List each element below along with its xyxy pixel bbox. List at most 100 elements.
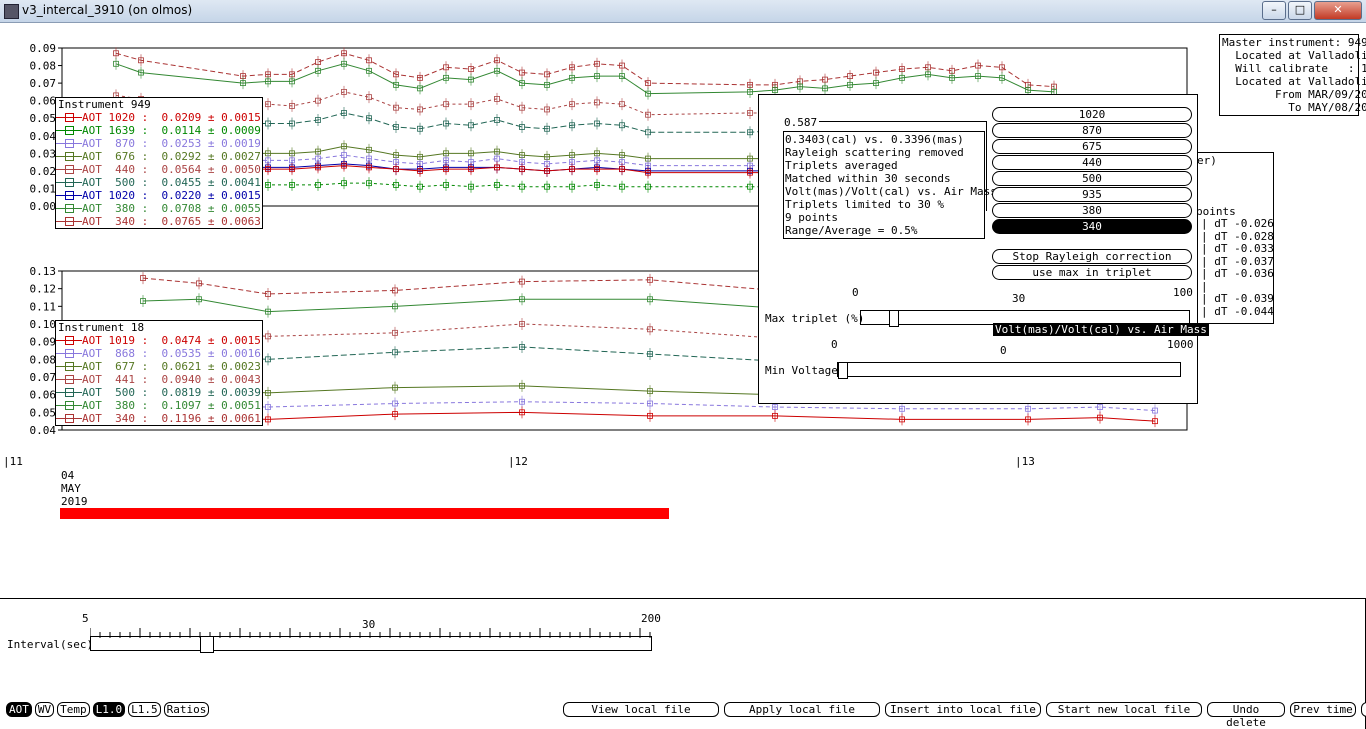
action-button-prev-time[interactable]: Prev time (1290, 702, 1356, 717)
wavelength-button-1020[interactable]: 1020 (992, 107, 1192, 122)
mode-button-temp[interactable]: Temp (57, 702, 90, 717)
legend-label: AOT 868 : (82, 347, 149, 360)
max-triplet-min: 0 (852, 286, 859, 299)
legend-entry: AOT 380 : 0.1097 ± 0.0051 (56, 399, 262, 412)
wavelength-button-675[interactable]: 675 (992, 139, 1192, 154)
legend-value: 0.0220 ± 0.0015 (148, 189, 261, 202)
y-tick-label: 0.09 (30, 42, 57, 55)
series-line (115, 63, 1055, 95)
legend-label: AOT 441 : (82, 373, 149, 386)
interval-label: Interval(sec) (7, 638, 94, 651)
legend-marker-icon (56, 111, 82, 124)
mode-button-ratios[interactable]: Ratios (163, 702, 210, 717)
interval-max: 200 (641, 612, 661, 625)
date-day: 04 (61, 469, 75, 482)
legend-marker-icon (56, 189, 82, 202)
y-tick-label: 0.06 (30, 95, 57, 108)
legend-label: AOT 380 : (82, 202, 149, 215)
master-info-line: From MAR/09/2019 (1222, 88, 1366, 101)
legend-marker-icon (56, 373, 82, 386)
legend-entry: AOT 380 : 0.0708 ± 0.0055 (56, 202, 262, 215)
legend-entry: AOT 441 : 0.0940 ± 0.0043 (56, 373, 262, 386)
wavelength-button-380[interactable]: 380 (992, 203, 1192, 218)
window-title: v3_intercal_3910 (on olmos) (22, 3, 193, 17)
y-tick-label: 0.08 (30, 353, 57, 366)
wavelength-button-340[interactable]: 340 (992, 219, 1192, 234)
use-max-triplet-button[interactable]: use max in triplet (992, 265, 1192, 280)
info-line: 9 points (785, 211, 838, 224)
action-button-view-local-file[interactable]: View local file (563, 702, 719, 717)
mode-button-aot[interactable]: AOT (6, 702, 32, 717)
action-button-start-new-local-file[interactable]: Start new local file (1046, 702, 1202, 717)
legend-label: AOT 500 : (82, 176, 149, 189)
legend-entry: AOT 676 : 0.0292 ± 0.0027 (56, 150, 262, 163)
wavelength-button-935[interactable]: 935 (992, 187, 1192, 202)
min-voltage-slider[interactable] (837, 362, 1181, 379)
max-triplet-slider-thumb[interactable] (889, 310, 900, 327)
wavelength-button-870[interactable]: 870 (992, 123, 1192, 138)
legend-value: 0.0564 ± 0.0050 (148, 163, 261, 176)
legend-value: 0.0765 ± 0.0063 (148, 215, 261, 228)
legend-entry: AOT 500 : 0.0455 ± 0.0041 (56, 176, 262, 189)
info-line: Rayleigh scattering removed (785, 146, 964, 159)
legend-marker-icon (56, 360, 82, 373)
master-info-line: To MAY/08/2019 (1222, 101, 1366, 114)
wavelength-button-500[interactable]: 500 (992, 171, 1192, 186)
min-voltage-label: Min Voltage (765, 364, 838, 377)
action-button-apply-local-file[interactable]: Apply local file (724, 702, 880, 717)
legend-entry: AOT 1020 : 0.0209 ± 0.0015 (56, 111, 262, 124)
legend-entry: AOT 677 : 0.0621 ± 0.0023 (56, 360, 262, 373)
minimize-button[interactable]: – (1262, 1, 1286, 20)
min-voltage-min: 0 (831, 338, 838, 351)
legend-label: AOT 677 : (82, 360, 149, 373)
y-tick-label: 0.05 (30, 406, 57, 419)
selected-time-range-bar[interactable] (60, 508, 669, 519)
mode-button-l1-0[interactable]: L1.0 (92, 702, 126, 717)
legend-title: Instrument 18 (58, 321, 145, 334)
stop-rayleigh-button[interactable]: Stop Rayleigh correction (992, 249, 1192, 264)
close-button[interactable]: ✕ (1314, 1, 1362, 20)
series-line (115, 52, 1055, 88)
dt-value: | dT -0.044 (1201, 304, 1274, 318)
maximize-button[interactable]: □ (1288, 1, 1312, 20)
mode-button-l1-5[interactable]: L1.5 (128, 702, 161, 717)
max-triplet-max: 100 (1173, 286, 1193, 299)
date-month: MAY (61, 482, 81, 495)
legend-marker-icon (56, 163, 82, 176)
action-button-quit[interactable]: Quit (1361, 702, 1366, 717)
y-tick-label: 0.00 (30, 200, 57, 213)
toolbar-left: AOT WV Temp L1.0 L1.5 Ratios (6, 702, 210, 717)
legend-label: AOT 340 : (82, 412, 149, 425)
dt-value: | dT -0.036 (1201, 267, 1274, 280)
info-line: Matched within 30 seconds (785, 172, 951, 185)
legend-label: AOT 440 : (82, 163, 149, 176)
legend-value: 0.0819 ± 0.0039 (148, 386, 261, 399)
interval-slider[interactable] (90, 636, 652, 653)
legend-value: 0.0708 ± 0.0055 (148, 202, 261, 215)
action-button-undo-delete[interactable]: Undo delete (1207, 702, 1285, 729)
master-info-line: Located at Valladolid (1222, 49, 1366, 62)
legend-label: AOT 1019 : (82, 334, 149, 347)
legend-value: 0.0621 ± 0.0023 (148, 360, 261, 373)
legend-entry: AOT 340 : 0.0765 ± 0.0063 (56, 215, 262, 228)
interval-min: 5 (82, 612, 89, 625)
wavelength-button-440[interactable]: 440 (992, 155, 1192, 170)
app-icon (4, 4, 19, 19)
y-tick-label: 0.07 (30, 371, 57, 384)
y-tick-label: 0.10 (30, 318, 57, 331)
legend-label: AOT 1020 : (82, 111, 149, 124)
info-line: Triplets limited to 30 % (785, 198, 944, 211)
legend-value: 0.0253 ± 0.0019 (148, 137, 261, 150)
mode-button-wv[interactable]: WV (34, 702, 55, 717)
legend-marker-icon (56, 137, 82, 150)
action-button-insert-into-local-file[interactable]: Insert into local file (885, 702, 1041, 717)
value-label: 0.587 (784, 116, 818, 129)
legend-value: 0.0209 ± 0.0015 (148, 111, 261, 124)
min-voltage-slider-thumb[interactable] (838, 362, 848, 379)
legend-value: 0.0292 ± 0.0027 (148, 150, 261, 163)
interval-slider-thumb[interactable] (200, 636, 215, 653)
legend-label: AOT 500 : (82, 386, 149, 399)
master-info-line: Located at Valladolid (1222, 75, 1366, 88)
dt-value: | dT -0.033 (1201, 242, 1274, 255)
y-tick-label: 0.08 (30, 60, 57, 73)
